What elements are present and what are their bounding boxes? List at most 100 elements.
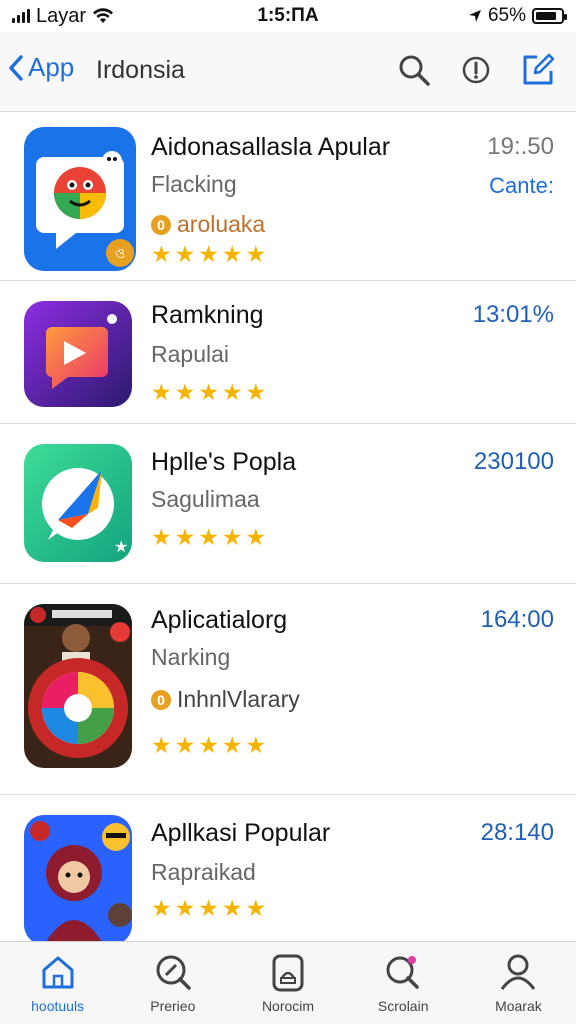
tab-profile[interactable]: Moarak [461, 942, 576, 1024]
list-item[interactable]: ও Aidonasallasla Apular Flacking 0 arolu… [0, 113, 576, 281]
person-icon [501, 954, 536, 990]
nav-bar: App Irdonsia [0, 32, 576, 112]
app-subtitle: Narking [151, 644, 231, 670]
app-action-label[interactable]: Cante: [489, 173, 554, 199]
app-subtitle: Sagulimaa [151, 486, 260, 512]
star-icon: ★ [198, 524, 219, 550]
carrier-label: Layar [36, 4, 87, 27]
play-chat-icon [24, 301, 132, 407]
app-subtitle: Rapulai [151, 341, 229, 367]
star-rating: ★ ★ ★ ★ ★ [151, 897, 266, 920]
status-left: Layar [12, 5, 114, 28]
star-icon: ★ [174, 379, 196, 405]
star-icon: ★ [245, 732, 267, 758]
location-icon [468, 10, 481, 22]
svg-text:ও: ও [115, 246, 125, 262]
star-icon: ★ [221, 241, 243, 267]
star-rating: ★ ★ ★ ★ ★ [151, 526, 266, 549]
tab-label: Scrolain [377, 998, 429, 1014]
app-subtitle: Flacking [151, 171, 237, 197]
app-value: 13:01% [472, 301, 554, 328]
list-item[interactable]: Aplicatialorg Narking 0 InhnlVlarary ★ ★ ★… [0, 584, 576, 795]
status-right: 65% [468, 0, 567, 32]
list-item[interactable]: Apllkasi Popular Rapraikad ★ ★ ★ ★ ★ 28:140 [0, 795, 576, 941]
arrow-chat-icon: ★ [24, 444, 132, 562]
app-extra-label: arolu­aka [177, 211, 266, 237]
app-name: Ramkning [151, 301, 264, 329]
nav-actions [394, 50, 558, 90]
app-list: ও Aidonasallasla Apular Flacking 0 arolu… [0, 113, 576, 941]
tab-bar: hootuuls Prerieo Norocim Scrolain Moarak [0, 941, 576, 1024]
tab-home[interactable]: hootuuls [0, 942, 115, 1024]
page-title: Irdonsia [96, 56, 185, 84]
app-name: Apllkasi Popular [151, 819, 331, 847]
search-badge-icon [386, 956, 419, 989]
battery-percent: 65% [487, 5, 526, 26]
app-name: Aidonasallasla Apular [151, 133, 391, 161]
star-icon: ★ [198, 895, 219, 921]
search-icon [156, 955, 191, 990]
coin-icon: 0 [151, 689, 171, 710]
search-icon [399, 55, 430, 86]
wifi-icon [93, 8, 114, 23]
star-icon: ★ [151, 379, 172, 405]
star-icon: ★ [221, 524, 243, 550]
back-label: App [28, 52, 75, 82]
star-icon: ★ [221, 732, 243, 758]
star-icon: ★ [151, 895, 172, 921]
tab-search[interactable]: Prerieo [115, 942, 230, 1024]
star-icon: ★ [245, 524, 267, 550]
star-rating: ★ ★ ★ ★ ★ [151, 734, 266, 757]
tab-tablet[interactable]: Norocim [230, 942, 345, 1024]
app-name: Hplle's Popla [151, 448, 297, 476]
home-icon [42, 956, 74, 989]
app-extra: 0 InhnlVlarary [151, 686, 300, 713]
status-bar: Layar 1:5:ΠA 65% [0, 0, 576, 32]
star-icon: ★ [174, 895, 196, 921]
app-value: 28:140 [480, 819, 554, 846]
star-rating: ★ ★ ★ ★ ★ [151, 381, 266, 404]
back-button[interactable]: App [8, 52, 74, 83]
star-icon: ★ [221, 379, 243, 405]
star-icon: ★ [198, 379, 219, 405]
list-item[interactable]: Ramkning Rapulai ★ ★ ★ ★ ★ 13:01% [0, 281, 576, 424]
star-icon: ★ [174, 524, 196, 550]
star-icon: ★ [221, 895, 243, 921]
app-extra-label: InhnlVlarary [177, 686, 300, 712]
tab-search-badge[interactable]: Scrolain [346, 942, 461, 1024]
star-icon: ★ [245, 241, 267, 267]
star-icon: ★ [198, 732, 219, 758]
star-icon: ★ [151, 524, 172, 550]
app-value: 230100 [473, 448, 554, 475]
tab-label: Prerieo [150, 998, 196, 1014]
compose-icon [523, 53, 555, 85]
chevron-left-icon [9, 54, 23, 81]
app-subtitle: Rapraikad [151, 859, 256, 885]
star-icon: ★ [151, 732, 172, 758]
app-value: 164:00 [480, 606, 554, 633]
star-icon: ★ [198, 241, 219, 267]
svg-text:★: ★ [114, 537, 128, 556]
star-icon: ★ [174, 241, 196, 267]
battery-icon [532, 8, 567, 24]
star-icon: ★ [151, 241, 172, 267]
coin-icon: 0 [151, 214, 171, 235]
tab-label: hootuuls [31, 998, 85, 1014]
app-value: 19:.50 [487, 133, 554, 160]
chat-face-icon: ও [24, 127, 136, 271]
search-button[interactable] [394, 50, 434, 90]
game-character-icon [24, 815, 132, 941]
list-item[interactable]: ★ Hplle's Popla Sagulimaa ★ ★ ★ ★ ★ 230100 [0, 424, 576, 584]
info-button[interactable] [456, 50, 496, 90]
game-swirl-icon [24, 604, 132, 768]
app-name: Aplicatialorg [151, 606, 288, 634]
tablet-icon [272, 954, 304, 992]
star-icon: ★ [245, 895, 267, 921]
status-time: 1:5:ΠA [257, 5, 319, 26]
tab-label: Moarak [495, 998, 542, 1014]
app-extra: 0 arolu­aka [151, 211, 265, 238]
battery-fill [536, 12, 557, 20]
signal-icon [12, 9, 30, 23]
tab-label: Norocim [261, 998, 315, 1014]
compose-button[interactable] [518, 50, 558, 90]
